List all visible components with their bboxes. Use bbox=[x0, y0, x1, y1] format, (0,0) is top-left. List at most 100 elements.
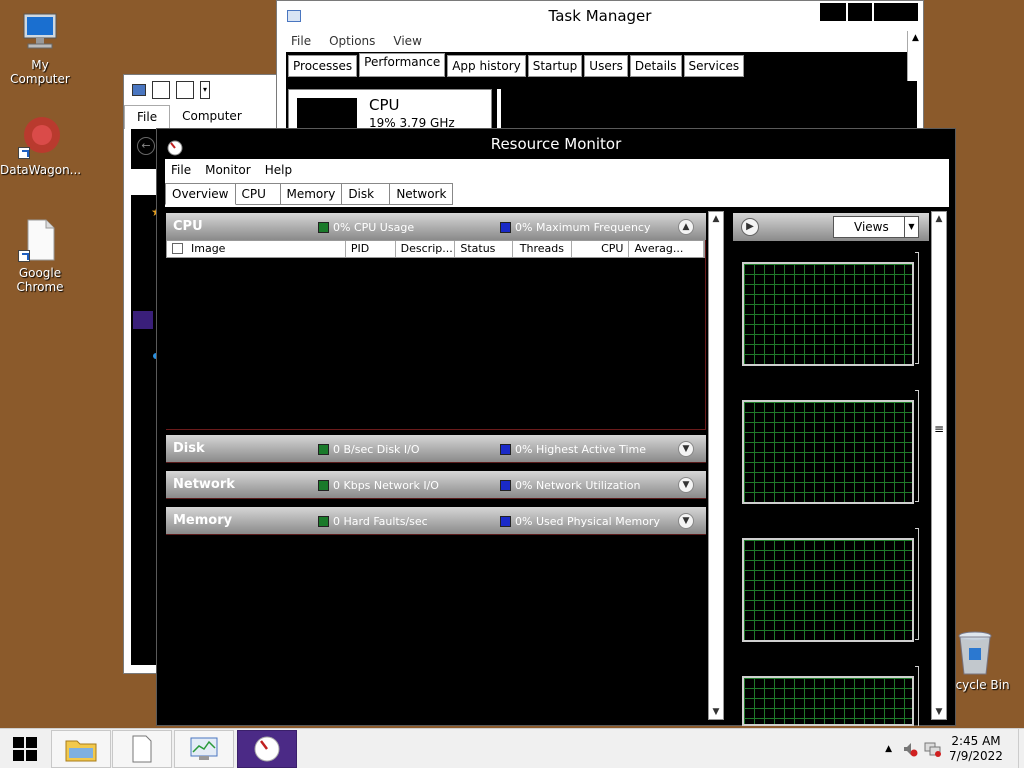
task-manager-window[interactable]: Task Manager File Options View Processes… bbox=[276, 0, 924, 134]
graph-scale-bracket bbox=[915, 528, 919, 640]
back-arrow-icon[interactable]: ← bbox=[137, 137, 155, 155]
tab-processes[interactable]: Processes bbox=[288, 55, 358, 77]
tab-startup[interactable]: Startup bbox=[527, 55, 583, 77]
cpu-usage-legend: 0% CPU Usage bbox=[318, 221, 414, 234]
tab-disk[interactable]: Disk bbox=[342, 183, 391, 205]
resource-monitor-menu-area: File Monitor Help Overview CPU Memory Di… bbox=[165, 159, 949, 207]
column-image[interactable]: Image bbox=[167, 241, 346, 257]
resource-monitor-window[interactable]: Resource Monitor File Monitor Help Overv… bbox=[156, 128, 956, 726]
network-section-header[interactable]: Network 0 Kbps Network I/O 0% Network Ut… bbox=[166, 471, 706, 499]
tab-users[interactable]: Users bbox=[584, 55, 628, 77]
resource-monitor-icon bbox=[254, 736, 280, 762]
task-manager-scrollbar[interactable]: ▲ bbox=[907, 31, 923, 81]
taskbar-resource-monitor[interactable] bbox=[237, 730, 297, 768]
volume-muted-icon[interactable] bbox=[902, 741, 918, 757]
document-icon bbox=[132, 735, 152, 763]
desktop-icon-google-chrome[interactable]: Google Chrome bbox=[0, 218, 80, 294]
taskbar-file-explorer[interactable] bbox=[51, 730, 111, 768]
tab-details[interactable]: Details bbox=[629, 55, 682, 77]
collapse-pane-arrow-icon[interactable]: ▶ bbox=[741, 218, 759, 236]
cpu-performance-card[interactable]: CPU 19% 3.79 GHz bbox=[288, 89, 492, 134]
resource-monitor-tabs: Overview CPU Memory Disk Network bbox=[165, 183, 454, 205]
show-hidden-icons-arrow-icon[interactable]: ▲ bbox=[885, 744, 892, 754]
memory-section-header[interactable]: Memory 0 Hard Faults/sec 0% Used Physica… bbox=[166, 507, 706, 535]
menu-monitor[interactable]: Monitor bbox=[205, 159, 251, 181]
cpu-section-header[interactable]: CPU 0% CPU Usage 0% Maximum Frequency ▲ bbox=[166, 213, 706, 241]
expand-chevron-down-icon[interactable]: ▼ bbox=[678, 477, 694, 493]
graph-scale-bracket bbox=[915, 666, 919, 726]
taskbar-task-manager[interactable] bbox=[174, 730, 234, 768]
green-legend-swatch bbox=[318, 516, 329, 527]
menu-options[interactable]: Options bbox=[329, 31, 375, 51]
tab-computer[interactable]: Computer bbox=[170, 105, 254, 129]
main-pane-scrollbar[interactable]: ▲ ▼ bbox=[708, 211, 724, 720]
tab-performance[interactable]: Performance bbox=[359, 53, 446, 77]
disk-graph bbox=[742, 400, 914, 504]
menu-view[interactable]: View bbox=[393, 31, 421, 51]
recycle-bin-icon bbox=[953, 630, 997, 675]
select-all-checkbox[interactable] bbox=[172, 243, 183, 254]
section-title: Disk bbox=[173, 441, 205, 456]
column-description[interactable]: Descrip... bbox=[396, 241, 456, 257]
network-disconnected-icon[interactable] bbox=[924, 741, 942, 757]
desktop-icon-label: DataWagon... bbox=[0, 163, 82, 177]
cpu-table-header: Image PID Descrip... Status Threads CPU … bbox=[166, 240, 705, 258]
task-manager-menubar: File Options View bbox=[277, 31, 923, 51]
column-threads[interactable]: Threads bbox=[513, 241, 572, 257]
scroll-thumb-grip-icon[interactable]: ≡ bbox=[932, 422, 946, 436]
task-manager-content: Processes Performance App history Startu… bbox=[286, 52, 917, 134]
scroll-up-arrow-icon[interactable]: ▲ bbox=[932, 212, 946, 226]
properties-icon[interactable] bbox=[152, 81, 170, 99]
collapse-chevron-up-icon[interactable]: ▲ bbox=[678, 219, 694, 235]
selected-item[interactable] bbox=[133, 311, 153, 329]
taskbar-clock[interactable]: 2:45 AM 7/9/2022 bbox=[948, 734, 1004, 764]
task-manager-titlebar: Task Manager bbox=[277, 1, 923, 31]
column-average-cpu[interactable]: Averag... bbox=[629, 241, 705, 257]
show-desktop-button[interactable] bbox=[1018, 729, 1024, 768]
legend-text: 0 Kbps Network I/O bbox=[333, 479, 439, 492]
maximize-button[interactable] bbox=[848, 3, 872, 21]
taskbar: ▲ 2:45 AM 7/9/2022 bbox=[0, 728, 1024, 768]
scroll-down-arrow-icon[interactable]: ▼ bbox=[932, 705, 946, 719]
menu-file[interactable]: File bbox=[291, 31, 311, 51]
tab-network[interactable]: Network bbox=[390, 183, 454, 205]
close-button[interactable] bbox=[874, 3, 918, 21]
taskbar-notepad[interactable] bbox=[112, 730, 172, 768]
expand-chevron-down-icon[interactable]: ▼ bbox=[678, 441, 694, 457]
quick-access-toolbar: ▾ bbox=[124, 75, 277, 105]
scroll-up-arrow-icon[interactable]: ▲ bbox=[709, 212, 723, 226]
expand-chevron-down-icon[interactable]: ▼ bbox=[678, 513, 694, 529]
start-button[interactable] bbox=[0, 729, 50, 768]
desktop-icon-datawagon[interactable]: DataWagon... bbox=[0, 115, 82, 177]
section-title: CPU bbox=[173, 219, 203, 234]
tab-file[interactable]: File bbox=[124, 105, 171, 129]
graph-scale-bracket bbox=[915, 252, 919, 364]
tab-cpu[interactable]: CPU bbox=[235, 183, 281, 205]
column-pid[interactable]: PID bbox=[346, 241, 396, 257]
scroll-up-arrow-icon[interactable]: ▲ bbox=[908, 31, 923, 45]
dropdown-arrow-icon[interactable]: ▼ bbox=[904, 217, 918, 237]
menu-help[interactable]: Help bbox=[265, 159, 292, 181]
disk-section-header[interactable]: Disk 0 B/sec Disk I/O 0% Highest Active … bbox=[166, 435, 706, 463]
performance-splitter[interactable] bbox=[497, 89, 501, 132]
graph-pane-scrollbar[interactable]: ▲ ≡ ▼ bbox=[931, 211, 947, 720]
tab-memory[interactable]: Memory bbox=[280, 183, 343, 205]
green-legend-swatch bbox=[318, 222, 329, 233]
customize-dropdown-icon[interactable]: ▾ bbox=[200, 81, 210, 99]
tab-services[interactable]: Services bbox=[683, 55, 745, 77]
column-cpu[interactable]: CPU bbox=[572, 241, 630, 257]
system-tray: ▲ 2:45 AM 7/9/2022 bbox=[885, 729, 1024, 768]
window-title: Resource Monitor bbox=[490, 135, 622, 153]
scroll-down-arrow-icon[interactable]: ▼ bbox=[709, 705, 723, 719]
ribbon-tabs: File Computer bbox=[124, 105, 277, 129]
minimize-button[interactable] bbox=[820, 3, 846, 21]
desktop-icon-my-computer[interactable]: My Computer bbox=[0, 10, 80, 86]
views-dropdown[interactable]: Views ▼ bbox=[833, 216, 919, 238]
tab-app-history[interactable]: App history bbox=[447, 55, 526, 77]
computer-icon bbox=[18, 10, 62, 54]
network-graph bbox=[742, 538, 914, 642]
new-folder-icon[interactable] bbox=[176, 81, 194, 99]
tab-overview[interactable]: Overview bbox=[165, 183, 236, 205]
column-status[interactable]: Status bbox=[455, 241, 514, 257]
menu-file[interactable]: File bbox=[171, 159, 191, 181]
